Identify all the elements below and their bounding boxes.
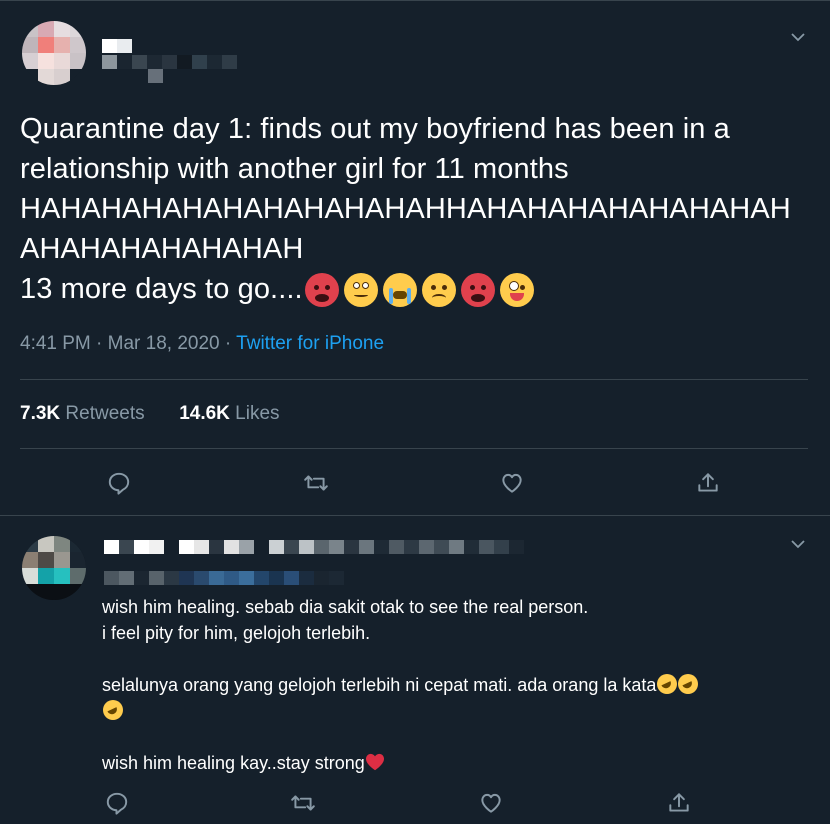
retweets-count: 7.3K [20, 403, 61, 424]
reply-icon[interactable] [102, 788, 132, 818]
reply-tweet: wish him healing. sebab dia sakit otak t… [0, 515, 830, 824]
share-icon[interactable] [664, 788, 694, 818]
like-icon[interactable] [497, 468, 527, 498]
loudly-crying-face-emoji [382, 273, 417, 308]
reply-icon[interactable] [104, 468, 134, 498]
slightly-frowning-face-emoji [421, 273, 456, 308]
tweet-date[interactable]: Mar 18, 2020 [108, 333, 220, 354]
tweet-meta: 4:41 PM · Mar 18, 2020 · Twitter for iPh… [20, 333, 385, 354]
reply-line: wish him healing kay..stay strong [102, 753, 365, 773]
likes-count: 14.6K [179, 403, 230, 424]
retweets-stat[interactable]: 7.3K Retweets [20, 403, 145, 424]
retweet-icon[interactable] [301, 468, 331, 498]
tweet-emojis [304, 273, 534, 308]
tweet-text: Quarantine day 1: finds out my boyfriend… [20, 109, 820, 309]
reply-line: i feel pity for him, gelojoh terlebih. [102, 623, 371, 643]
chevron-down-icon[interactable] [790, 29, 806, 47]
reply-text: wish him healing. sebab dia sakit otak t… [102, 594, 812, 776]
reply-action-bar [0, 788, 830, 818]
pouting-face-emoji [460, 273, 495, 308]
reply-spacer [102, 724, 812, 750]
reply-spacer [102, 646, 812, 672]
divider [20, 448, 808, 449]
reply-line-with-emojis: wish him healing kay..stay strong [102, 750, 812, 776]
chevron-down-icon[interactable] [790, 536, 806, 554]
author-display-name[interactable] [102, 39, 132, 53]
likes-stat[interactable]: 14.6K Likes [179, 403, 279, 424]
tweet-time[interactable]: 4:41 PM [20, 333, 91, 354]
likes-label: Likes [235, 403, 280, 424]
rolling-on-floor-laughing-emoji [657, 674, 678, 694]
face-with-rolling-eyes-emoji [343, 273, 378, 308]
tweet-stats: 7.3K Retweets 14.6K Likes [20, 403, 280, 425]
divider [20, 379, 808, 380]
author-avatar[interactable] [22, 21, 86, 85]
pouting-face-emoji [304, 273, 339, 308]
reply-line: wish him healing. sebab dia sakit otak t… [102, 597, 589, 617]
rolling-on-floor-laughing-emoji [103, 700, 123, 720]
retweets-label: Retweets [65, 403, 145, 424]
reply-line-with-emojis: selalunya orang yang gelojoh terlebih ni… [102, 672, 812, 698]
reply-author-display-name[interactable] [104, 540, 524, 554]
main-tweet: Quarantine day 1: finds out my boyfriend… [0, 0, 830, 515]
tweet-action-bar [0, 468, 830, 498]
red-heart-emoji [365, 753, 384, 771]
retweet-icon[interactable] [288, 788, 318, 818]
tweet-source[interactable]: Twitter for iPhone [236, 333, 384, 354]
reply-emoji-line [102, 698, 812, 724]
like-icon[interactable] [476, 788, 506, 818]
reply-line: selalunya orang yang gelojoh terlebih ni… [102, 675, 657, 695]
zany-face-emoji [499, 273, 534, 308]
author-handle[interactable] [102, 55, 237, 69]
rolling-on-floor-laughing-emoji [678, 674, 699, 694]
reply-author-handle[interactable] [104, 571, 344, 585]
author-handle-fragment [148, 69, 163, 83]
reply-author-avatar[interactable] [22, 536, 86, 600]
share-icon[interactable] [693, 468, 723, 498]
